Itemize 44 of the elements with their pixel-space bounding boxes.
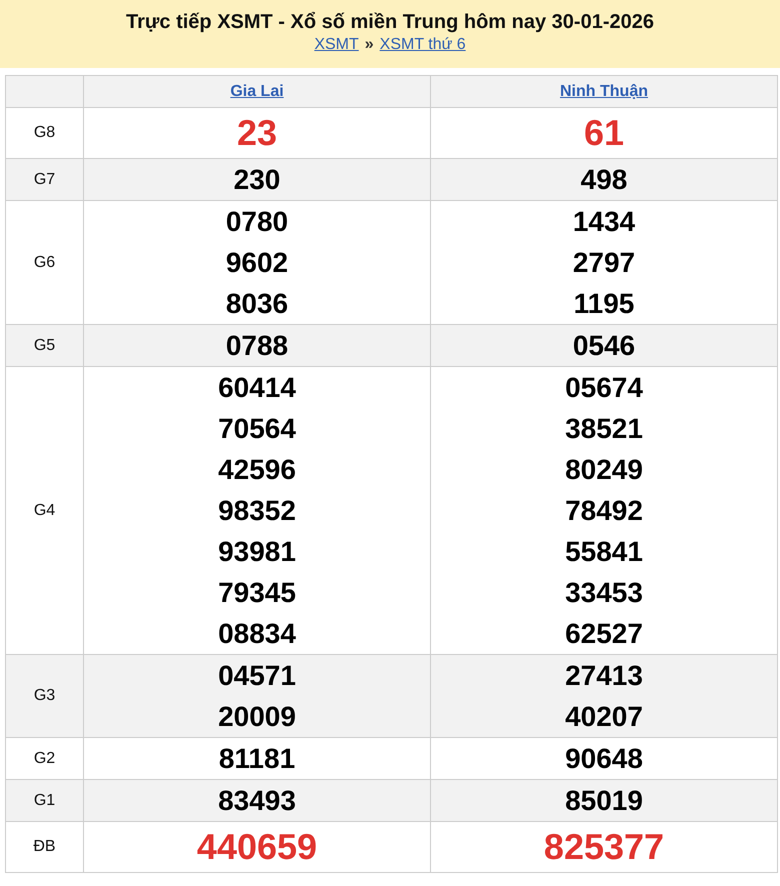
winning-number: 70564: [217, 412, 297, 446]
winning-number: 40207: [564, 700, 644, 734]
winning-number: 0546: [572, 329, 636, 363]
winning-number: 9602: [224, 246, 290, 280]
page-title: Trực tiếp XSMT - Xổ số miền Trung hôm nay 30-01-2026: [126, 10, 654, 35]
province-link[interactable]: Ninh Thuận: [560, 82, 648, 100]
prize-label: G4: [6, 366, 84, 654]
winning-number: 498: [580, 163, 628, 197]
winning-number: 98352: [217, 494, 297, 528]
winning-number: 61: [582, 112, 626, 154]
winning-number: 0780: [224, 205, 290, 239]
winning-number: 55841: [564, 535, 644, 569]
winning-number: 85019: [564, 784, 644, 818]
breadcrumb-link[interactable]: XSMT: [314, 35, 359, 55]
winning-number: 0788: [224, 329, 290, 363]
winning-number: 33453: [564, 576, 644, 610]
winning-number: 60414: [217, 371, 297, 405]
winning-number: 83493: [217, 784, 297, 818]
winning-number: 93981: [217, 535, 297, 569]
winning-number: 23: [236, 112, 278, 154]
province-link[interactable]: Gia Lai: [230, 82, 284, 100]
winning-number: 38521: [564, 412, 644, 446]
winning-number: 8036: [224, 287, 290, 321]
winning-number: 79345: [217, 576, 297, 610]
winning-number: 20009: [217, 700, 297, 734]
winning-number: 2797: [572, 246, 636, 280]
winning-number: 62527: [564, 617, 644, 651]
winning-number: 08834: [217, 617, 297, 651]
winning-number: 1195: [572, 287, 636, 321]
winning-number: 440659: [196, 826, 318, 868]
winning-number: 27413: [564, 659, 644, 693]
winning-number: 78492: [564, 494, 644, 528]
winning-number: 80249: [564, 453, 644, 487]
winning-number: 81181: [218, 742, 296, 776]
winning-number: 42596: [217, 453, 297, 487]
winning-number: 04571: [217, 659, 297, 693]
winning-number: 05674: [564, 371, 644, 405]
winning-number: 230: [232, 163, 282, 197]
prize-label: ĐB: [6, 822, 84, 872]
winning-number: 90648: [564, 742, 644, 776]
winning-number: 825377: [542, 826, 666, 868]
breadcrumb-separator: »: [364, 35, 374, 55]
winning-number: 1434: [572, 205, 636, 239]
breadcrumb-link[interactable]: XSMT thứ 6: [380, 35, 466, 55]
